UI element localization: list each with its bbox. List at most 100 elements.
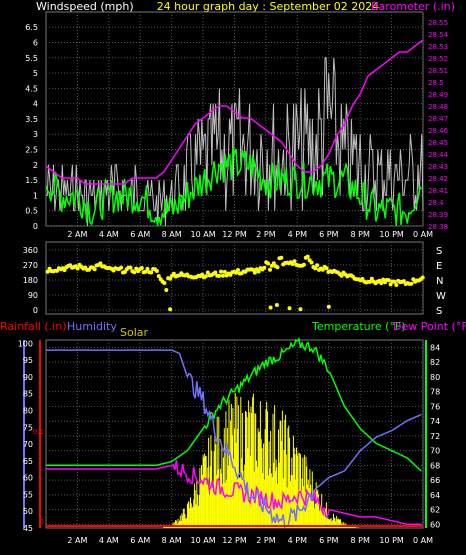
humidity-y-tick-label: 55 [23,490,33,499]
barometer-y-ticks: 28.3828.3928.428.4128.4228.4328.4428.452… [428,19,449,231]
wind-x-tick-label: 2 AM [67,230,87,239]
direction-y-tick-label: 180 [23,276,38,285]
direction-point [274,303,279,307]
direction-point [394,283,399,287]
direction-point [386,278,391,283]
humidity-y-tick-label: 100 [18,339,33,348]
wind-x-ticks: 2 AM 4 AM 6 AM 8 AM 10 AM 12 PM 2 PM 4 PM 6 PM 8 … [67,230,433,239]
barometer-y-tick-label: 28.48 [428,103,448,111]
wind-y-tick-label: 3.5 [25,115,38,124]
barometer-y-tick-label: 28.47 [428,115,448,123]
climate-x-tick-label: 2 PM [256,536,275,545]
barometer-y-tick-label: 28.43 [428,163,448,171]
direction-point [149,270,154,275]
humidity-y-tick-label: 90 [23,373,33,382]
climate-x-tick-label: 10 PM [379,536,404,545]
temperature-y-tick-label: 82 [430,358,440,367]
direction-point [92,267,97,272]
wind-x-tick-label: 8 PM [350,230,369,239]
humidity-y-ticks: 100 95 90 85 80 75 70 65 60 55 50 45 [18,339,33,533]
wind-y-tick-label: 4 [33,100,38,109]
barometer-y-tick-label: 28.53 [428,43,448,51]
direction-point [266,261,271,266]
temperature-y-tick-label: 74 [430,417,440,426]
direction-point [262,265,267,270]
solar-axis-title: Solar [120,326,149,339]
wind-y-tick-label: 4.5 [25,84,38,93]
compass-label: E [436,261,442,272]
direction-point [301,262,306,267]
temperature-y-tick-label: 78 [430,388,440,397]
temperature-axis-title: Temperature (°F) [311,320,406,333]
wind-y-tick-label: 5.5 [25,54,38,63]
wind-x-tick-label: 6 AM [130,230,150,239]
wind-y-tick-label: 2.5 [25,146,38,155]
rain-y-ticks: 0.10 [33,428,44,526]
barometer-y-tick-label: 28.55 [428,19,448,27]
wind-axis-title: Windspeed (mph) [36,0,134,13]
direction-point [203,274,208,279]
barometer-y-tick-label: 28.5 [428,79,444,87]
temperature-y-tick-label: 68 [430,461,440,470]
humidity-y-tick-label: 75 [23,423,33,432]
wind-x-tick-label: 10 AM [191,230,216,239]
temperature-y-tick-label: 70 [430,447,440,456]
rainfall-axis-title: Rainfall (.in) [0,320,67,333]
temperature-y-tick-label: 60 [430,520,440,529]
wind-y-tick-label: 5 [33,69,38,78]
direction-point [220,273,225,278]
wind-x-tick-label: 4 PM [288,230,307,239]
direction-point [287,306,292,311]
climate-x-tick-label: 8 AM [162,536,182,545]
humidity-y-tick-label: 95 [23,356,33,365]
wind-x-tick-label: 4 AM [99,230,119,239]
direction-point [292,259,297,264]
wind-x-tick-label: 8 AM [162,230,182,239]
weather-graph-page: Windspeed (mph) 24 hour graph day : Sept… [0,0,466,555]
temperature-y-tick-label: 76 [430,402,440,411]
compass-label: N [436,276,443,287]
direction-point [268,305,273,310]
compass-label: S [436,246,442,257]
compass-label: W [436,291,446,302]
barometer-y-tick-label: 28.41 [428,187,448,195]
direction-point [119,265,124,270]
temperature-y-tick-label: 72 [430,432,440,441]
direction-point [222,269,227,274]
wind-x-tick-label: 0 AM [413,230,433,239]
wind-y-tick-label: 3 [33,130,38,139]
wind-y-tick-label: 1.5 [25,176,38,185]
direction-point [279,255,284,260]
climate-x-tick-label: 0 AM [413,536,433,545]
temperature-y-tick-label: 80 [430,373,440,382]
wind-y-ticks: 0 0.5 1 1.5 2 2.5 3 3.5 4 4.5 5 5.5 6 6.5 [25,23,38,231]
direction-point [326,304,331,309]
rain-y-tick-label: 0 [40,518,44,526]
climate-x-ticks: 2 AM 4 AM 6 AM 8 AM 10 AM 12 PM 2 PM 4 PM 6 PM 8 … [67,536,433,545]
wind-y-tick-label: 6 [33,38,38,47]
wind-x-tick-label: 12 PM [222,230,247,239]
barometer-axis-title: Barometer (.in) [371,0,455,13]
direction-y-tick-label: 360 [23,246,38,255]
wind-y-tick-label: 0 [33,222,38,231]
direction-point [268,267,272,272]
wind-y-tick-label: 6.5 [25,23,38,32]
wind-y-tick-label: 2 [33,161,38,170]
temperature-y-ticks: 84 82 80 78 76 74 72 70 68 66 64 62 60 [430,343,440,529]
direction-point [164,288,169,292]
compass-labels: SENWS [436,246,446,317]
temperature-y-tick-label: 66 [430,476,440,485]
direction-point [298,307,303,312]
direction-point [379,281,384,286]
barometer-y-tick-label: 28.44 [428,151,449,159]
dewpoint-axis-title: Dew Point (°F) [393,320,466,333]
direction-point [168,307,173,312]
direction-point [236,268,240,272]
direction-point [420,275,425,280]
wind-y-tick-label: 0.5 [25,207,38,216]
humidity-y-tick-label: 70 [23,440,33,449]
rain-y-tick-label: 0.1 [33,428,44,436]
barometer-y-tick-label: 28.46 [428,127,449,135]
direction-point [139,266,144,270]
direction-point [145,266,150,271]
